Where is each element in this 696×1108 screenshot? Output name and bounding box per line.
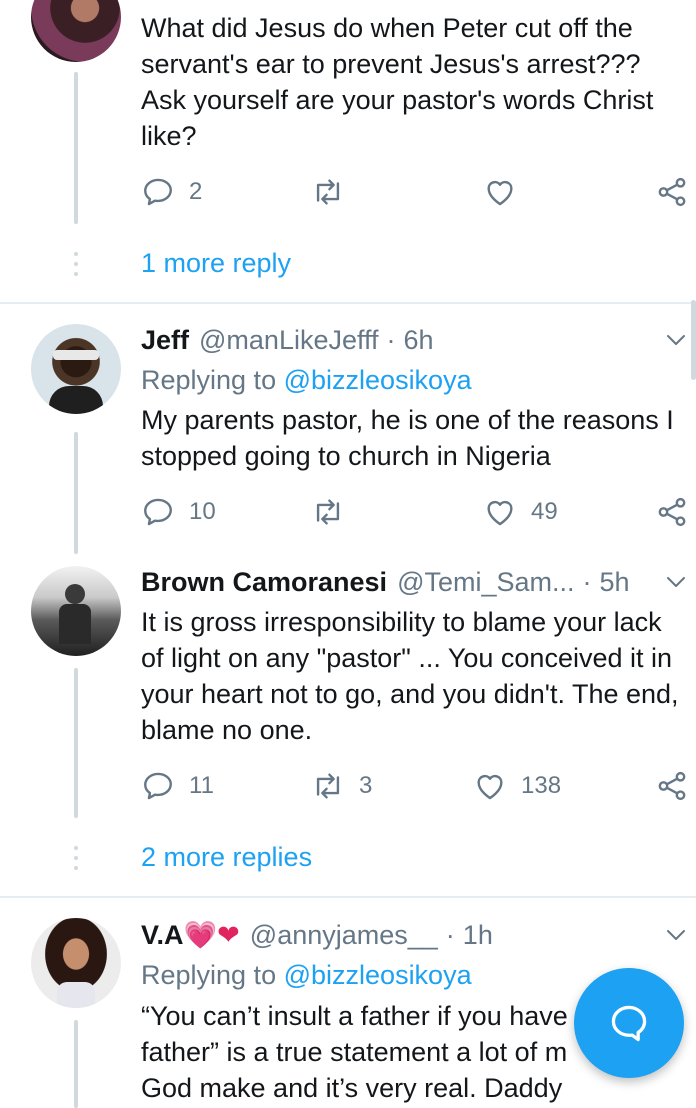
retweet-icon [311, 495, 345, 529]
display-name[interactable]: V.A [141, 920, 184, 951]
replying-prefix: Replying to [141, 365, 277, 395]
avatar[interactable] [31, 0, 121, 62]
separator: · [445, 919, 455, 950]
thread-line [74, 72, 78, 224]
thread-line [74, 1020, 78, 1108]
retweet-count: 3 [359, 772, 373, 799]
tweet-actions: 2 [141, 172, 696, 212]
display-name[interactable]: Brown Camoranesi [141, 567, 387, 598]
thread-dots [74, 846, 78, 870]
display-name[interactable]: Jeff [141, 325, 189, 356]
replying-to-link[interactable]: @bizzleosikoya [284, 960, 472, 990]
retweet-icon [311, 769, 345, 803]
reply-count: 10 [189, 498, 216, 525]
thread-dots [74, 252, 78, 276]
retweet-button[interactable] [311, 492, 345, 532]
share-icon [655, 175, 689, 209]
share-icon [655, 495, 689, 529]
timestamp: 5h [599, 566, 630, 597]
divider [0, 896, 696, 898]
share-icon [655, 769, 689, 803]
avatar[interactable] [31, 566, 121, 656]
thread-line [74, 432, 78, 554]
tweet-text: It is gross irresponsibility to blame yo… [141, 607, 679, 745]
share-button[interactable] [655, 492, 689, 532]
reply-count: 2 [189, 178, 203, 205]
tweet-header: V.A 💗❤ @annyjames__ · 1h [141, 915, 696, 955]
like-icon [483, 175, 517, 209]
reply-count: 11 [189, 772, 214, 799]
reply-button[interactable]: 2 [141, 172, 202, 212]
more-replies-link[interactable]: 2 more replies [141, 842, 312, 873]
like-button[interactable]: 138 [473, 766, 561, 806]
reply-icon [141, 769, 175, 803]
separator: · [582, 566, 592, 597]
chevron-down-icon[interactable] [664, 328, 688, 352]
replying-to: Replying to @bizzleosikoya [141, 960, 472, 991]
user-handle[interactable]: @annyjames__ [250, 920, 438, 951]
like-count: 49 [531, 498, 558, 525]
chevron-down-icon[interactable] [664, 923, 688, 947]
like-icon [473, 769, 507, 803]
reply-icon [141, 495, 175, 529]
reply-button[interactable]: 10 [141, 492, 216, 532]
like-button[interactable] [483, 172, 517, 212]
tweet-text: “You can’t insult a father if you have f… [141, 1001, 568, 1103]
avatar[interactable] [31, 918, 121, 1008]
tweet-actions: 11 3 138 [141, 766, 696, 806]
tweet-header: Brown Camoranesi @Temi_Sam... · 5h [141, 562, 696, 602]
user-handle[interactable]: @Temi_Sam... [397, 567, 574, 598]
name-emojis: 💗❤ [183, 920, 240, 950]
tweet-actions: 10 49 [141, 492, 696, 532]
thread-line [74, 668, 78, 818]
tweet-text: My parents pastor, he is one of the reas… [141, 405, 674, 471]
like-count: 138 [521, 772, 562, 799]
divider [0, 302, 696, 304]
like-button[interactable]: 49 [483, 492, 558, 532]
share-button[interactable] [655, 766, 689, 806]
share-button[interactable] [655, 172, 689, 212]
retweet-button[interactable] [311, 172, 345, 212]
compose-reply-icon [611, 1005, 647, 1042]
user-handle[interactable]: @manLikeJefff [199, 325, 379, 356]
tweet-text: What did Jesus do when Peter cut off the… [141, 13, 654, 151]
separator: · [386, 324, 396, 355]
replying-to-link[interactable]: @bizzleosikoya [284, 365, 472, 395]
like-icon [483, 495, 517, 529]
tweet-header: Jeff @manLikeJefff · 6h [141, 320, 696, 360]
reply-icon [141, 175, 175, 209]
chevron-down-icon[interactable] [664, 570, 688, 594]
retweet-icon [311, 175, 345, 209]
more-replies-link[interactable]: 1 more reply [141, 248, 291, 279]
retweet-button[interactable]: 3 [311, 766, 372, 806]
avatar[interactable] [31, 324, 121, 414]
reply-button[interactable]: 11 [141, 766, 214, 806]
timestamp: 1h [462, 919, 493, 950]
replying-prefix: Replying to [141, 960, 277, 990]
compose-reply-button[interactable] [574, 968, 684, 1078]
timestamp: 6h [403, 324, 434, 355]
replying-to: Replying to @bizzleosikoya [141, 365, 472, 396]
